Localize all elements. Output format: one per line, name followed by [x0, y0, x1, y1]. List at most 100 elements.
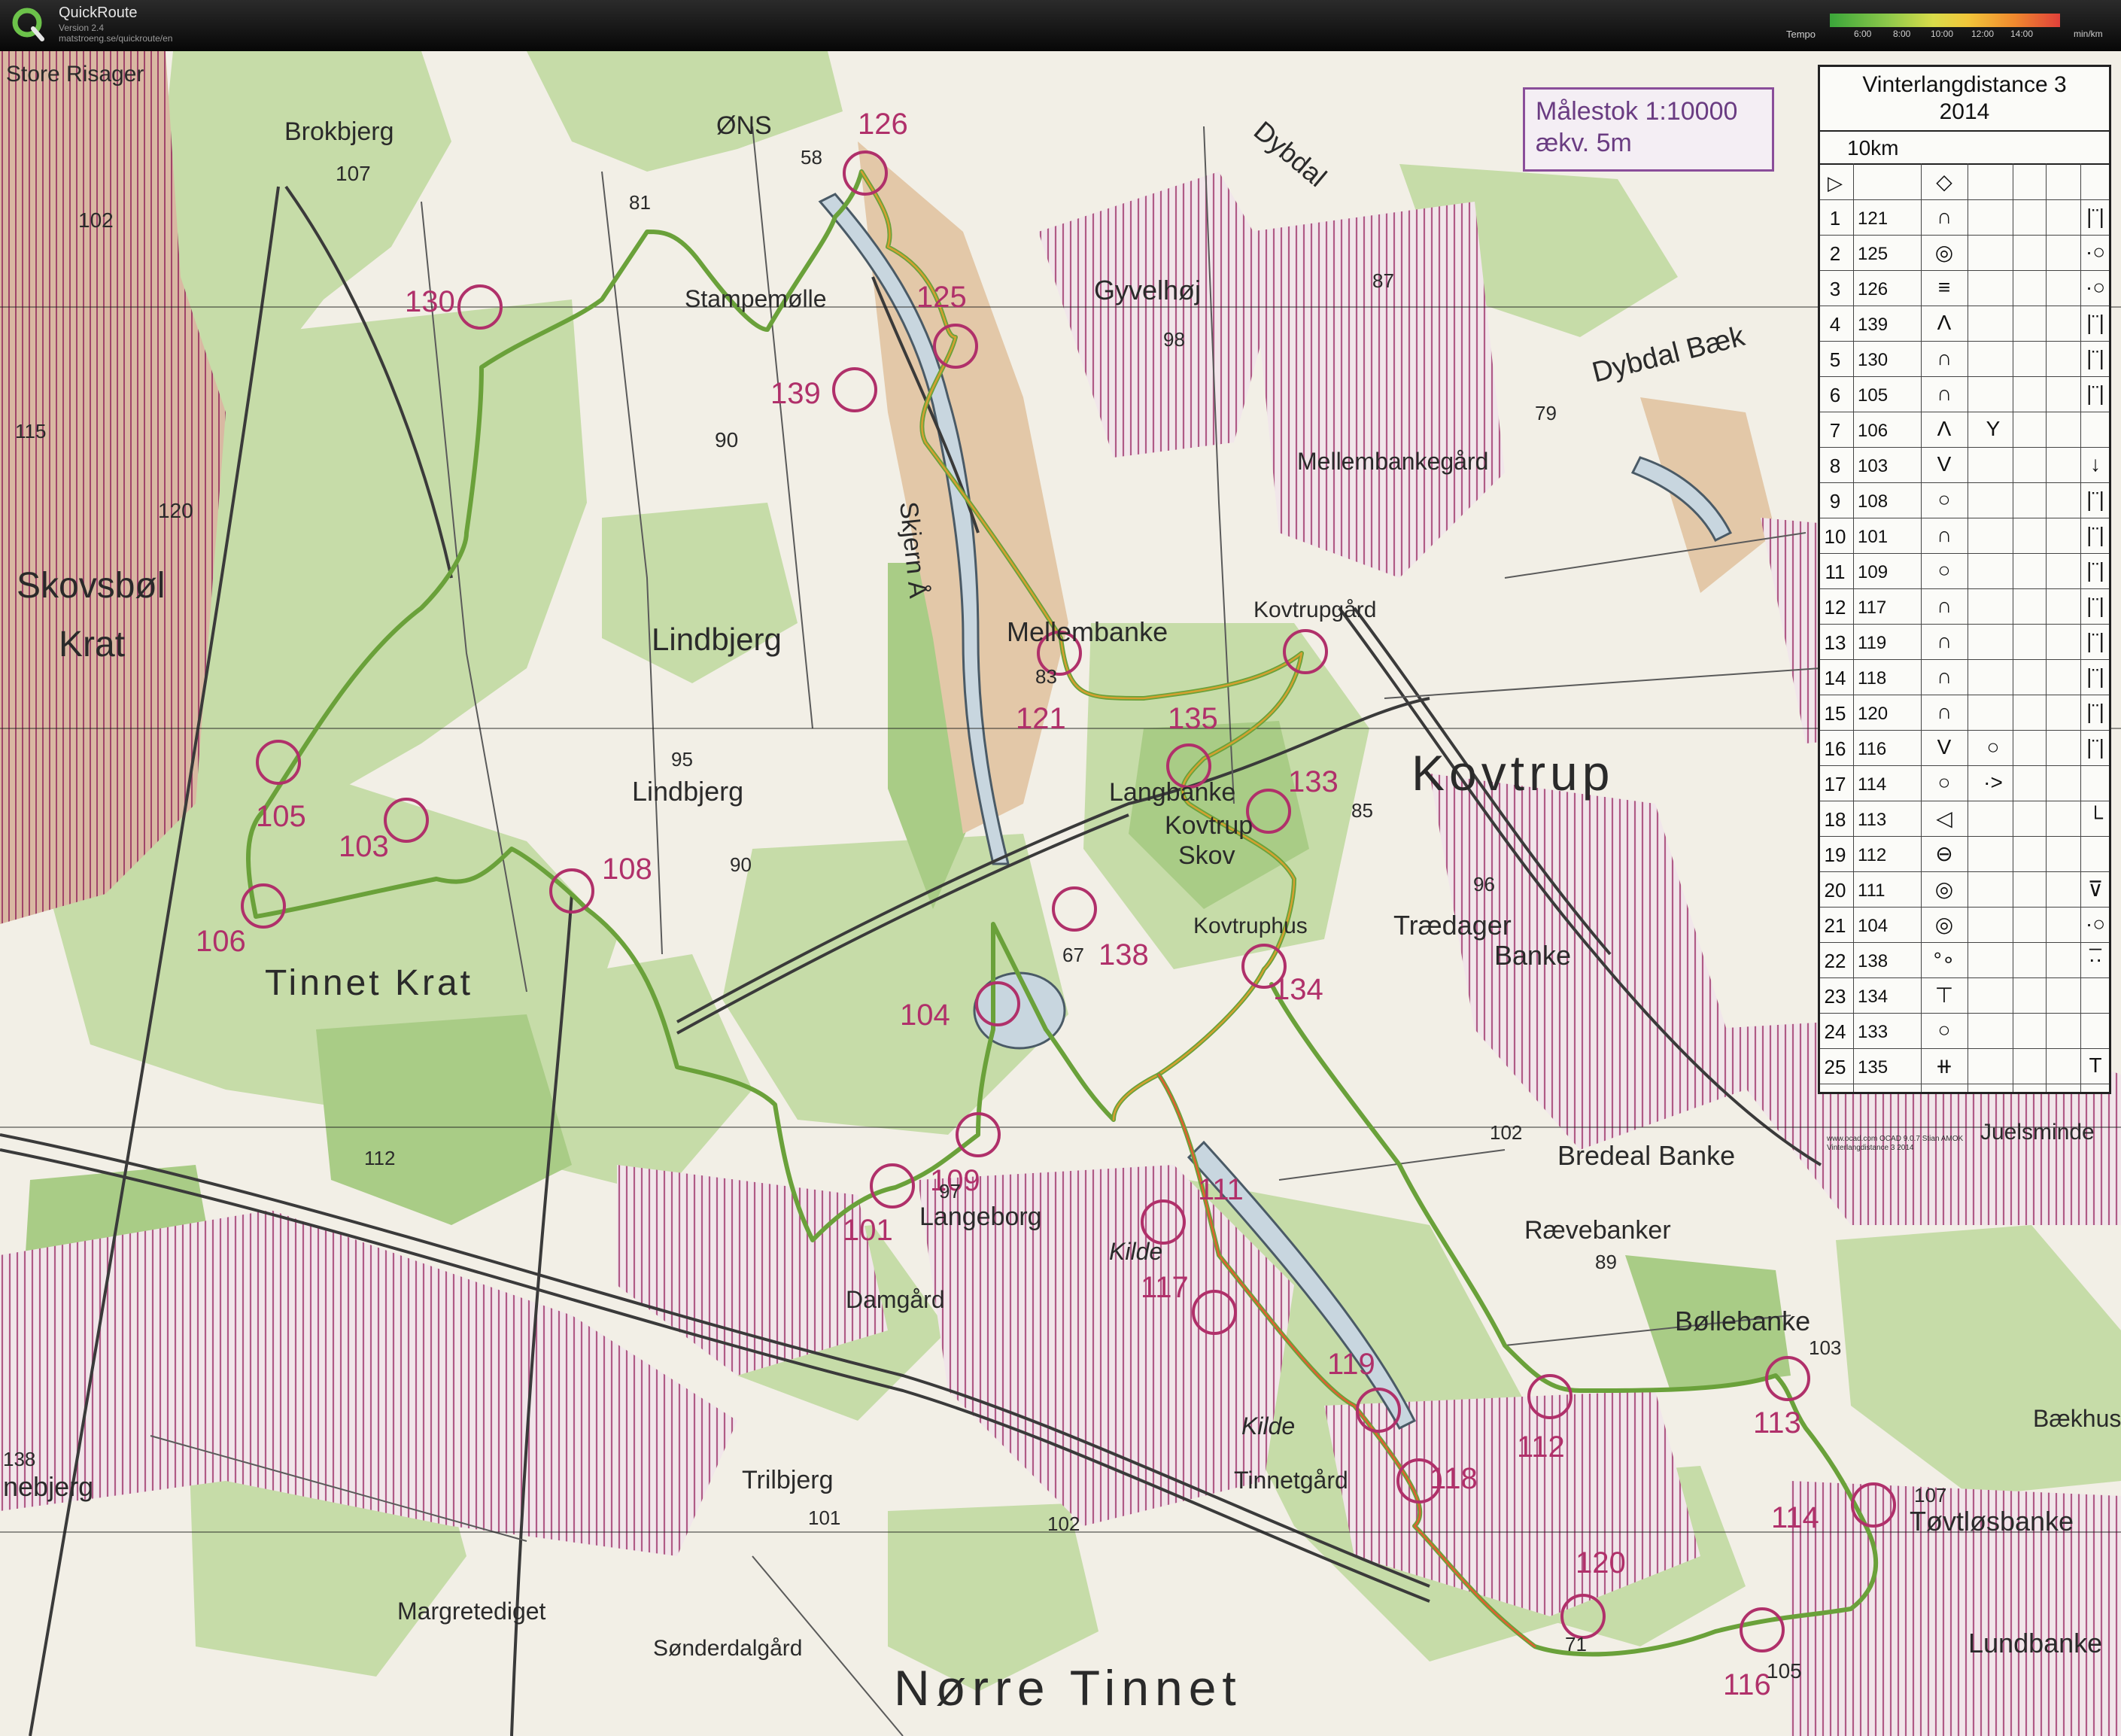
svg-text:Lindbjerg: Lindbjerg — [632, 776, 743, 807]
control-sequence-number: 9 — [1829, 490, 1841, 512]
position-symbol-icon: |¨| — [2086, 382, 2104, 405]
app-header: QuickRoute Version 2.4 matstroeng.se/qui… — [0, 0, 2121, 53]
control-code: 112 — [1858, 845, 1887, 865]
svg-text:102: 102 — [78, 208, 114, 232]
position-symbol-icon: ·̅· — [2088, 947, 2103, 971]
control-code: 103 — [1858, 456, 1889, 476]
event-year: 2014 — [1939, 99, 1990, 124]
svg-text:67: 67 — [1062, 944, 1084, 966]
control-label: 126 — [858, 108, 908, 141]
position-symbol-icon: |¨| — [2086, 205, 2104, 228]
control-label: 134 — [1273, 973, 1323, 1006]
control-sequence-number: 24 — [1824, 1020, 1846, 1043]
control-code: 120 — [1858, 704, 1889, 724]
feature-symbol-icon: ○ — [1937, 771, 1951, 794]
svg-text:87: 87 — [1372, 269, 1394, 292]
tempo-unit: min/km — [2074, 29, 2103, 39]
description-row: 2 125 ◎ ·○ — [1820, 236, 2109, 271]
control-sequence-number: 17 — [1824, 773, 1846, 795]
control-code: 101 — [1858, 527, 1889, 547]
svg-text:Lindbjerg: Lindbjerg — [652, 622, 782, 657]
position-symbol-icon: |¨| — [2086, 735, 2104, 759]
svg-text:Mellembankegård: Mellembankegård — [1297, 448, 1488, 475]
map-scale: Målestok 1:10000 — [1536, 97, 1738, 126]
tempo-color-scale[interactable] — [1830, 14, 2060, 27]
control-code: 108 — [1858, 491, 1889, 512]
svg-text:Langeborg: Langeborg — [919, 1202, 1042, 1231]
svg-text:nebjerg: nebjerg — [3, 1471, 93, 1502]
control-label: 120 — [1576, 1546, 1626, 1579]
feature-symbol-icon: ○ — [1937, 1018, 1951, 1041]
position-symbol-icon: |¨| — [2086, 523, 2104, 546]
description-row: 23 134 ⊤ — [1820, 978, 2109, 1014]
control-code: 133 — [1858, 1022, 1889, 1042]
feature-symbol-icon: ≡ — [1937, 275, 1951, 299]
svg-text:Gyvelhøj: Gyvelhøj — [1094, 275, 1201, 306]
description-title: Vinterlangdistance 3 2014 — [1820, 67, 2109, 132]
description-row: 12 117 ∩ |¨| — [1820, 589, 2109, 625]
description-row: 6 105 ∩ |¨| — [1820, 377, 2109, 412]
svg-text:Margretediget: Margretediget — [397, 1598, 546, 1625]
svg-text:Tinnetgård: Tinnetgård — [1234, 1467, 1348, 1494]
control-code: 113 — [1858, 810, 1887, 830]
description-row: 16 116 V ○ |¨| — [1820, 731, 2109, 766]
position-symbol-icon: T — [2089, 1053, 2102, 1077]
control-code: 125 — [1858, 244, 1889, 264]
start-row: ▷ ◇ — [1820, 165, 2109, 200]
position-symbol-icon: |¨| — [2086, 700, 2104, 723]
map-canvas[interactable]: 126 130 125 139 121 135 133 105 103 108 … — [0, 51, 2121, 1736]
svg-text:138: 138 — [3, 1448, 35, 1470]
svg-text:Stampemølle: Stampemølle — [685, 285, 827, 312]
description-row: 20 111 ◎ ⊽ — [1820, 872, 2109, 908]
feature-symbol-icon: ∩ — [1936, 700, 1952, 723]
feature-symbol-icon: ∩ — [1936, 664, 1952, 688]
svg-text:90: 90 — [730, 853, 752, 876]
control-label: 117 — [1141, 1271, 1189, 1304]
position-symbol-icon: |¨| — [2086, 311, 2104, 334]
svg-text:90: 90 — [715, 428, 738, 451]
control-label: 133 — [1288, 765, 1339, 798]
feature-symbol-icon: ∩ — [1936, 629, 1952, 652]
control-sequence-number: 12 — [1824, 596, 1846, 619]
svg-text:85: 85 — [1351, 799, 1373, 822]
control-code: 126 — [1858, 279, 1889, 299]
control-sequence-number: 25 — [1824, 1056, 1846, 1078]
control-code: 105 — [1858, 385, 1889, 406]
control-code: 135 — [1858, 1057, 1889, 1078]
detail-symbol-icon: ○ — [1986, 735, 2000, 759]
control-code: 130 — [1858, 350, 1889, 370]
control-label: 111 — [1198, 1173, 1244, 1206]
app-url[interactable]: matstroeng.se/quickroute/en — [59, 33, 172, 44]
control-sequence-number: 1 — [1829, 207, 1841, 230]
tempo-tick: 10:00 — [1931, 29, 1954, 39]
contour-interval: ækv. 5m — [1536, 129, 1632, 157]
control-sequence-number: 4 — [1829, 313, 1841, 336]
orienteering-map[interactable]: 126 130 125 139 121 135 133 105 103 108 … — [0, 51, 2121, 1736]
detail-symbol-icon: Y — [1986, 417, 2001, 440]
course-length-row: 10km — [1820, 132, 2109, 165]
control-label: 114 — [1771, 1501, 1819, 1534]
quickroute-logo-icon — [12, 8, 44, 41]
description-row: 1 121 ∩ |¨| — [1820, 200, 2109, 236]
svg-text:83: 83 — [1035, 665, 1057, 688]
control-code: 121 — [1858, 208, 1889, 229]
control-code: 104 — [1858, 916, 1889, 936]
control-code: 119 — [1858, 633, 1887, 653]
svg-text:Bøllebanke: Bøllebanke — [1675, 1306, 1810, 1336]
description-row: 9 108 ○ |¨| — [1820, 483, 2109, 518]
feature-symbol-icon: ∩ — [1936, 382, 1952, 405]
svg-text:107: 107 — [1914, 1484, 1946, 1506]
svg-text:Langbanke: Langbanke — [1109, 778, 1235, 807]
position-symbol-icon: ·○ — [2085, 240, 2106, 263]
app-version: Version 2.4 — [59, 23, 105, 33]
position-symbol-icon: |¨| — [2086, 488, 2104, 511]
control-description-sheet: Vinterlangdistance 3 2014 10km ▷ ◇ 1 121 ∩… — [1818, 65, 2111, 1094]
position-symbol-icon: |¨| — [2086, 629, 2104, 652]
description-row: 3 126 ≡ ·○ — [1820, 271, 2109, 306]
svg-text:97: 97 — [939, 1180, 961, 1202]
control-sequence-number: 7 — [1829, 419, 1841, 442]
control-sequence-number: 18 — [1824, 808, 1846, 831]
control-sequence-number: 11 — [1825, 561, 1846, 583]
svg-text:Bredeal Banke: Bredeal Banke — [1557, 1140, 1735, 1171]
position-symbol-icon: |¨| — [2086, 664, 2104, 688]
